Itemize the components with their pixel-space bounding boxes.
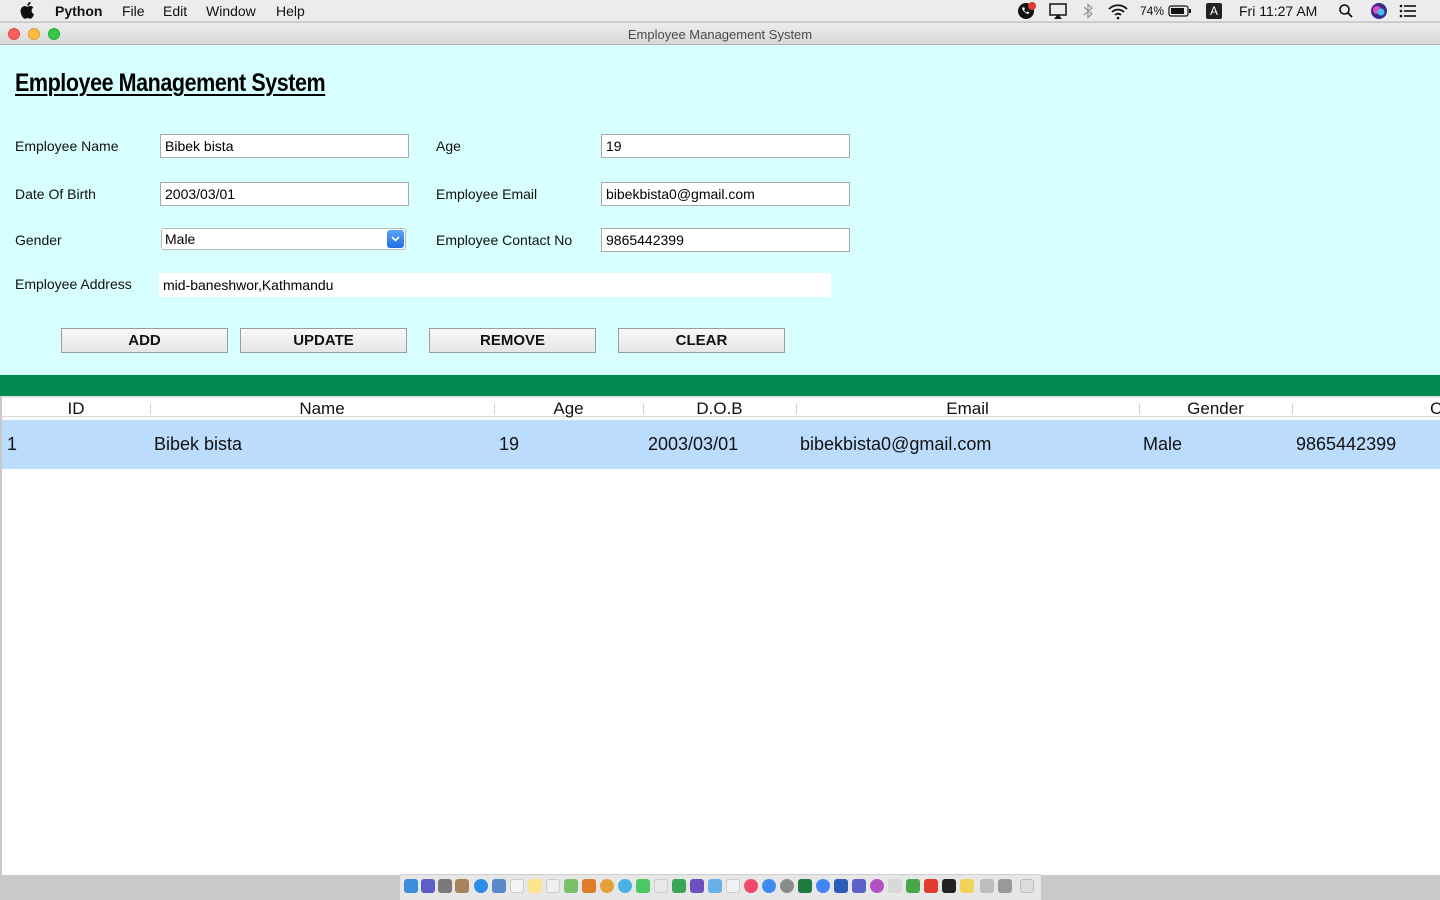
app-icon[interactable] bbox=[708, 879, 722, 893]
app-icon[interactable] bbox=[654, 879, 668, 893]
spotlight-icon[interactable] bbox=[1338, 2, 1354, 20]
window-titlebar: Employee Management System bbox=[0, 23, 1440, 45]
chrome-icon[interactable] bbox=[816, 879, 830, 893]
wifi-icon[interactable] bbox=[1107, 2, 1129, 20]
cell-id: 1 bbox=[7, 434, 18, 454]
gender-label: Gender bbox=[15, 232, 62, 248]
music-icon[interactable] bbox=[744, 879, 758, 893]
clear-button[interactable]: CLEAR bbox=[618, 328, 785, 353]
dock bbox=[399, 874, 1042, 900]
cell-contact: 9865442399 bbox=[1296, 434, 1397, 454]
maps-icon[interactable] bbox=[564, 879, 578, 893]
column-header-dob[interactable]: D.O.B bbox=[643, 399, 796, 419]
apple-icon[interactable] bbox=[20, 1, 36, 19]
mail-icon[interactable] bbox=[492, 879, 506, 893]
column-header-contact[interactable]: C bbox=[1430, 399, 1440, 419]
app-icon[interactable] bbox=[906, 879, 920, 893]
visual-studio-icon[interactable] bbox=[690, 879, 704, 893]
app-icon[interactable] bbox=[888, 879, 902, 893]
employee-name-input[interactable] bbox=[160, 134, 409, 158]
messages-icon[interactable] bbox=[618, 879, 632, 893]
menu-window[interactable]: Window bbox=[206, 3, 256, 19]
date-of-birth-input[interactable] bbox=[160, 182, 409, 206]
safari-icon[interactable] bbox=[474, 879, 488, 893]
employee-email-label: Employee Email bbox=[436, 186, 538, 202]
cell-gender: Male bbox=[1143, 434, 1183, 454]
siri-icon[interactable] bbox=[421, 879, 435, 893]
app-icon[interactable] bbox=[942, 879, 956, 893]
update-button[interactable]: UPDATE bbox=[240, 328, 407, 353]
numbers-icon[interactable] bbox=[672, 879, 686, 893]
bluetooth-icon[interactable] bbox=[1081, 2, 1095, 20]
column-header-age[interactable]: Age bbox=[494, 399, 643, 419]
cell-name: Bibek bista bbox=[154, 434, 243, 454]
employee-form-panel: Employee Management System Employee Name… bbox=[0, 45, 1440, 375]
app-store-icon[interactable] bbox=[762, 879, 776, 893]
employee-table[interactable]: ID Name Age D.O.B Email Gender C 1 Bibek… bbox=[2, 396, 1440, 875]
notification-center-icon[interactable] bbox=[1398, 2, 1418, 20]
employee-contact-input[interactable] bbox=[601, 228, 850, 252]
photos-icon[interactable] bbox=[600, 879, 614, 893]
input-source-indicator[interactable]: A bbox=[1206, 3, 1222, 19]
menu-edit[interactable]: Edit bbox=[163, 3, 187, 19]
app-icon[interactable] bbox=[960, 879, 974, 893]
age-label: Age bbox=[436, 138, 461, 154]
airplay-icon[interactable] bbox=[1048, 2, 1068, 20]
teams-icon[interactable] bbox=[852, 879, 866, 893]
notes-icon[interactable] bbox=[528, 879, 542, 893]
employee-email-input[interactable] bbox=[601, 182, 850, 206]
app-icon[interactable] bbox=[870, 879, 884, 893]
app-icon[interactable] bbox=[455, 879, 469, 893]
chevron-down-icon[interactable] bbox=[387, 230, 404, 248]
separator-bar bbox=[0, 375, 1440, 396]
employee-address-input[interactable] bbox=[159, 273, 831, 297]
menu-app-name[interactable]: Python bbox=[55, 3, 102, 19]
launchpad-icon[interactable] bbox=[438, 879, 452, 893]
facetime-icon[interactable] bbox=[636, 879, 650, 893]
column-header-name[interactable]: Name bbox=[150, 399, 494, 419]
excel-icon[interactable] bbox=[798, 879, 812, 893]
cell-email: bibekbista0@gmail.com bbox=[800, 434, 992, 454]
remove-button[interactable]: REMOVE bbox=[429, 328, 596, 353]
calendar-icon[interactable] bbox=[510, 879, 524, 893]
gender-selected-value: Male bbox=[165, 231, 196, 247]
add-button[interactable]: ADD bbox=[61, 328, 228, 353]
finder-icon[interactable] bbox=[404, 879, 418, 893]
app-icon[interactable] bbox=[924, 879, 938, 893]
page-title: Employee Management System bbox=[15, 69, 326, 97]
column-header-email[interactable]: Email bbox=[796, 399, 1139, 419]
column-header-gender[interactable]: Gender bbox=[1139, 399, 1292, 419]
menu-clock[interactable]: Fri 11:27 AM bbox=[1239, 3, 1317, 19]
menu-file[interactable]: File bbox=[122, 3, 145, 19]
app-icon[interactable] bbox=[582, 879, 596, 893]
cell-dob: 2003/03/01 bbox=[648, 434, 739, 454]
gender-select[interactable]: Male bbox=[161, 228, 406, 250]
siri-icon[interactable] bbox=[1370, 2, 1388, 20]
reminders-icon[interactable] bbox=[546, 879, 560, 893]
menu-help[interactable]: Help bbox=[276, 3, 305, 19]
window-title: Employee Management System bbox=[627, 27, 813, 42]
employee-name-label: Employee Name bbox=[15, 138, 119, 154]
column-divider[interactable] bbox=[1292, 404, 1293, 414]
table-row[interactable]: 1 Bibek bista 19 2003/03/01 bibekbista0@… bbox=[2, 420, 1440, 469]
employee-address-label: Employee Address bbox=[15, 276, 132, 292]
column-header-id[interactable]: ID bbox=[2, 399, 150, 419]
notification-badge-icon[interactable] bbox=[1017, 2, 1037, 20]
menu-bar: Python File Edit Window Help 74% A Fri 1… bbox=[0, 0, 1440, 22]
system-preferences-icon[interactable] bbox=[780, 879, 794, 893]
app-icon[interactable] bbox=[998, 879, 1012, 893]
cell-age: 19 bbox=[499, 434, 520, 454]
app-icon[interactable] bbox=[980, 879, 994, 893]
word-icon[interactable] bbox=[834, 879, 848, 893]
battery-icon[interactable] bbox=[1168, 2, 1192, 20]
app-icon[interactable] bbox=[726, 879, 740, 893]
date-of-birth-label: Date Of Birth bbox=[15, 186, 96, 202]
battery-percentage: 74% bbox=[1140, 4, 1165, 18]
age-input[interactable] bbox=[601, 134, 850, 158]
employee-contact-label: Employee Contact No bbox=[436, 232, 573, 248]
table-header: ID Name Age D.O.B Email Gender C bbox=[2, 396, 1440, 419]
trash-icon[interactable] bbox=[1020, 879, 1034, 893]
